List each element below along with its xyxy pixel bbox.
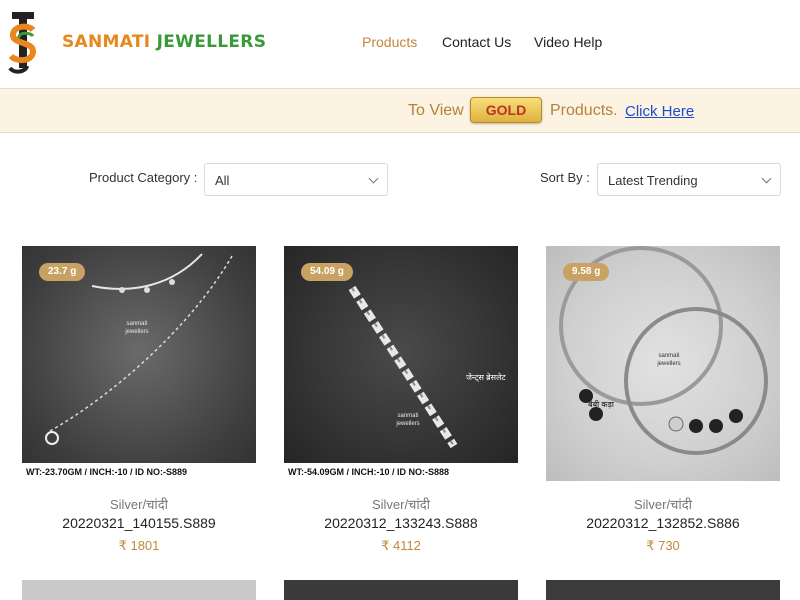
product-price: ₹ 1801	[118, 538, 160, 553]
brand-name[interactable]: SANMATI JEWELLERS	[62, 32, 266, 52]
category-select-value: All	[215, 173, 230, 188]
anklet-illustration	[45, 253, 233, 445]
nav-products[interactable]: Products	[362, 34, 417, 50]
chevron-down-icon	[368, 173, 379, 184]
image-watermark: sanmati jewellers	[396, 413, 420, 427]
image-watermark: sanmati jewellers	[657, 353, 681, 367]
product-name[interactable]: 20220312_133243.S888	[284, 515, 518, 531]
chevron-down-icon	[761, 173, 772, 184]
nav-contact-us[interactable]: Contact Us	[442, 34, 511, 50]
bracelet-illustration	[348, 285, 458, 449]
click-here-link[interactable]: Click Here	[625, 103, 694, 120]
product-category: Silver/चांदी	[371, 497, 430, 512]
nav-video-help[interactable]: Video Help	[534, 34, 602, 50]
brand-name-part1: SANMATI	[62, 32, 157, 52]
image-hindi-label: बेबी कड़ा	[588, 400, 614, 409]
weight-badge: 23.7 g	[39, 263, 86, 281]
image-hindi-label: जेन्ट्स ब्रेसलेट	[466, 373, 506, 382]
product-image[interactable]: sanmati jewellers 23.7 g WT:-23.70GM / I…	[22, 246, 256, 481]
product-name[interactable]: 20220312_132852.S886	[546, 515, 780, 531]
weight-badge: 54.09 g	[301, 263, 353, 281]
sort-label: Sort By :	[540, 170, 590, 185]
category-label: Product Category :	[89, 170, 198, 185]
banner-text-before: To View	[408, 102, 464, 119]
image-caption: WT:-23.70GM / INCH:-10 / ID NO:-S889	[22, 463, 256, 481]
banner-text-after: Products.	[550, 102, 618, 119]
weight-badge: 9.58 g	[563, 263, 610, 281]
category-select[interactable]: All	[204, 163, 388, 196]
logo-mark-icon[interactable]	[6, 10, 40, 74]
product-category: Silver/चांदी	[109, 497, 168, 512]
product-price: ₹ 730	[646, 538, 680, 553]
sort-select-value: Latest Trending	[608, 173, 698, 188]
site-header: SANMATI JEWELLERS Products Contact Us Vi…	[0, 0, 800, 88]
product-category: Silver/चांदी	[633, 497, 692, 512]
gold-button[interactable]: GOLD	[470, 97, 542, 123]
product-price: ₹ 4112	[381, 538, 421, 553]
sort-select[interactable]: Latest Trending	[597, 163, 781, 196]
product-image[interactable]: sanmati jewellers बेबी कड़ा 9.58 g	[546, 246, 780, 481]
gold-banner: To View GOLD Products. Click Here	[0, 88, 800, 133]
product-image[interactable]	[22, 580, 256, 600]
product-image[interactable]	[284, 580, 518, 600]
image-watermark: sanmati jewellers	[125, 321, 149, 335]
product-image[interactable]: sanmati jewellers जेन्ट्स ब्रेसलेट 54.09…	[284, 246, 518, 481]
product-name[interactable]: 20220321_140155.S889	[22, 515, 256, 531]
product-image[interactable]	[546, 580, 780, 600]
image-caption: WT:-54.09GM / INCH:-10 / ID NO:-S888	[284, 463, 518, 481]
brand-name-part2: JEWELLERS	[156, 32, 267, 52]
